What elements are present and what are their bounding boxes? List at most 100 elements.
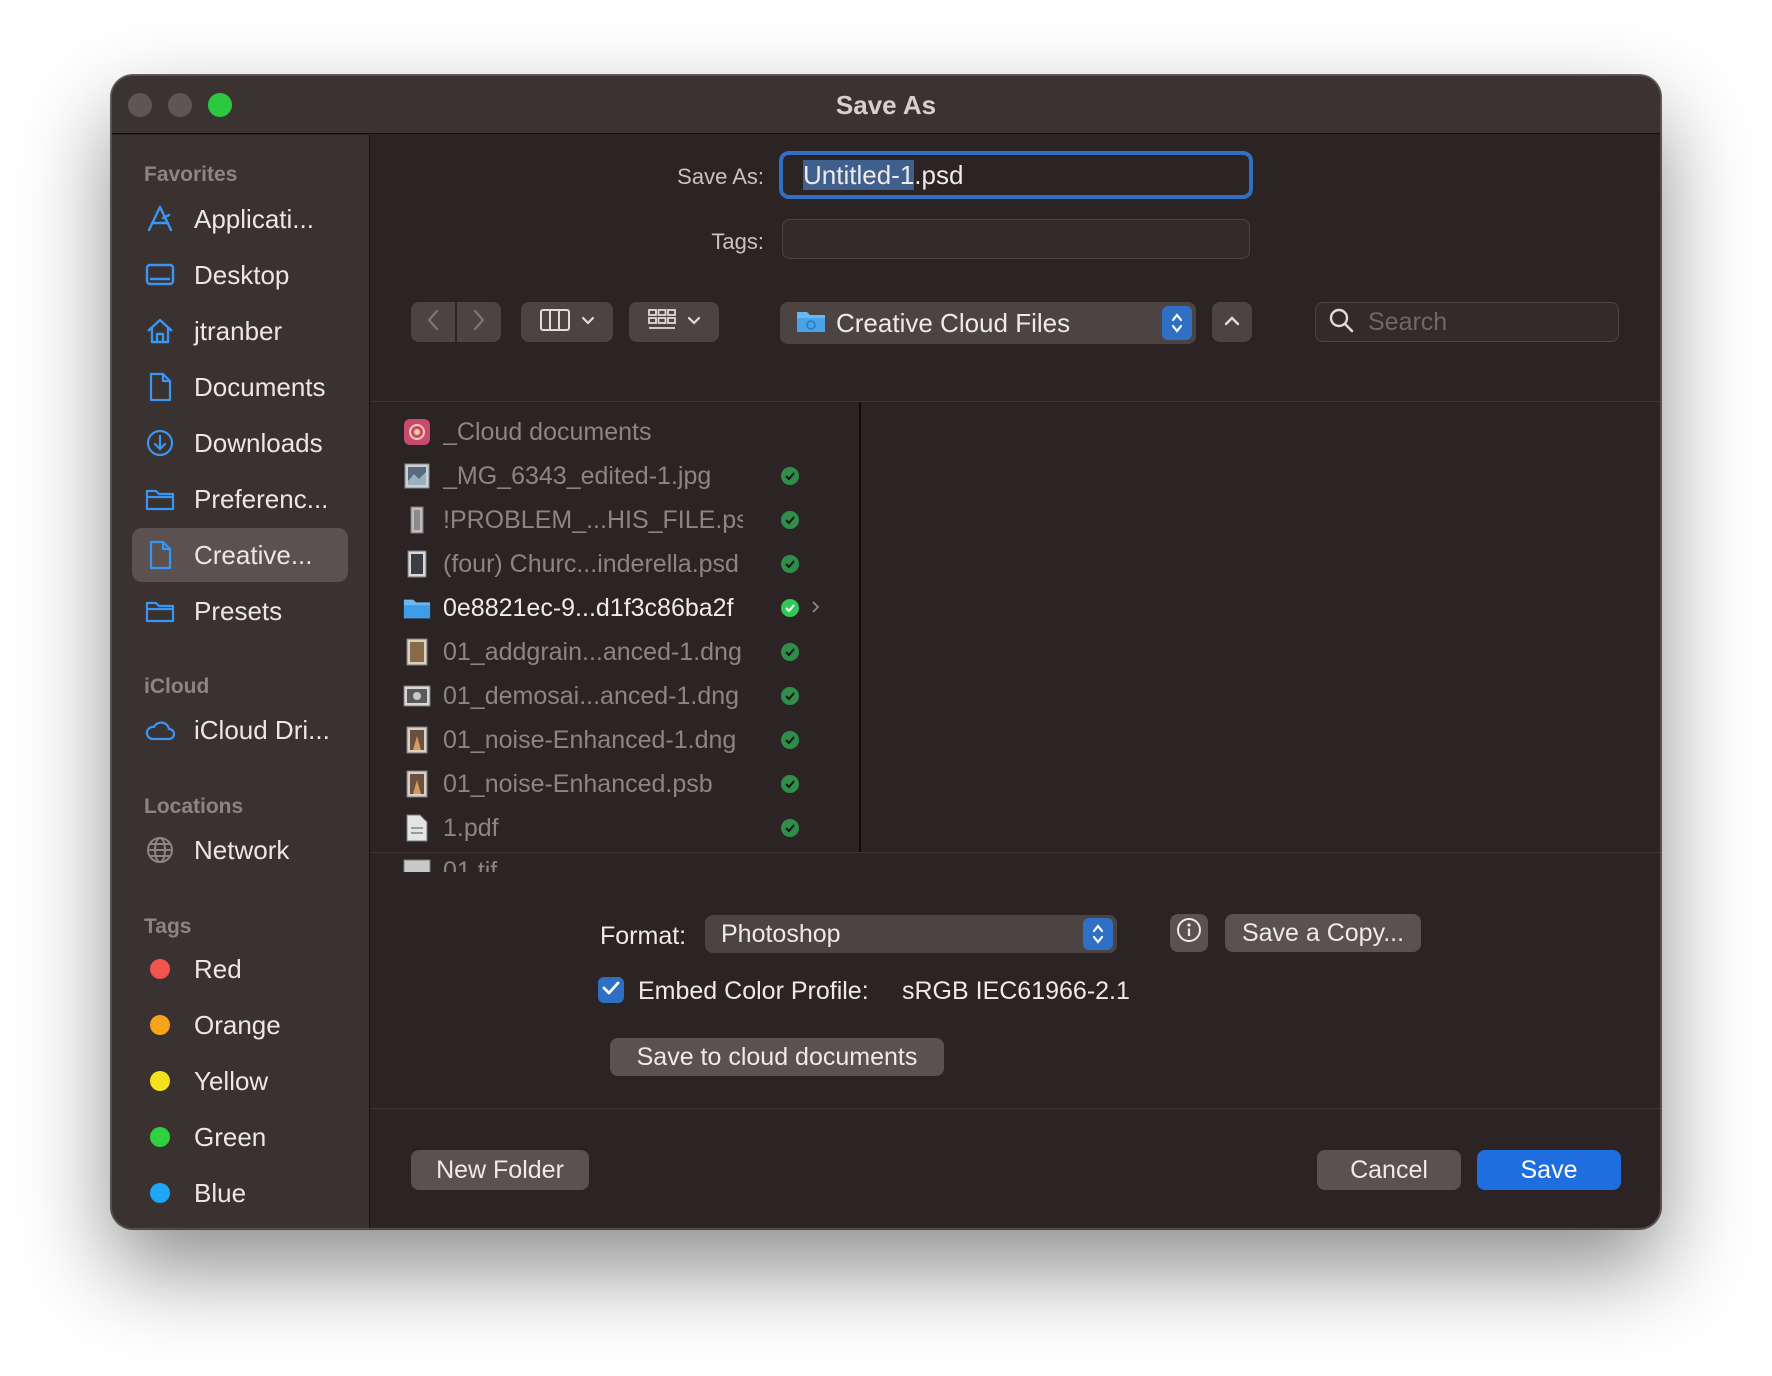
sidebar-item-label: Applicati... — [194, 203, 314, 234]
folder-icon — [144, 486, 176, 512]
file-row[interactable]: 01_demosai...anced-1.dng — [371, 674, 859, 718]
sidebar-tag-orange[interactable]: Orange — [132, 998, 348, 1052]
back-button[interactable] — [411, 302, 455, 342]
applications-icon — [144, 204, 176, 234]
embed-color-profile-checkbox[interactable] — [598, 977, 624, 1003]
sidebar-tag-green[interactable]: Green — [132, 1110, 348, 1164]
sidebar-tag-red[interactable]: Red — [132, 942, 348, 996]
sidebar-item-label: iCloud Dri... — [194, 714, 330, 745]
file-name: _Cloud documents — [443, 417, 652, 446]
divider — [371, 852, 1660, 853]
search-input[interactable] — [1368, 307, 1608, 337]
sidebar-item-desktop[interactable]: Desktop — [132, 248, 348, 302]
save-button[interactable]: Save — [1477, 1150, 1621, 1190]
save-as-dialog: Save As Favorites Applicati... Desktop j… — [111, 75, 1661, 1229]
document-icon — [144, 372, 176, 402]
cloud-documents-icon — [403, 418, 431, 446]
file-row[interactable]: 01.tif — [371, 850, 859, 872]
file-row[interactable]: _MG_6343_edited-1.jpg — [371, 454, 859, 498]
image-icon — [403, 682, 431, 710]
sidebar-section-favorites: Favorites — [144, 163, 238, 186]
sidebar-item-creative-cloud[interactable]: Creative... — [132, 528, 348, 582]
group-by-button[interactable] — [629, 302, 719, 342]
format-popup[interactable]: Photoshop — [705, 915, 1117, 953]
expand-collapse-button[interactable] — [1212, 302, 1252, 342]
search-icon — [1328, 307, 1354, 338]
sidebar-item-label: jtranber — [194, 315, 283, 346]
chevron-right-icon — [472, 309, 486, 336]
file-row[interactable]: 01_noise-Enhanced-1.dng — [371, 718, 859, 762]
popup-stepper-icon — [1083, 918, 1113, 950]
format-value: Photoshop — [721, 919, 841, 948]
file-row[interactable]: 01_addgrain...anced-1.dng — [371, 630, 859, 674]
file-row[interactable]: 1.pdf — [371, 806, 859, 850]
file-row[interactable]: 01_noise-Enhanced.psb — [371, 762, 859, 806]
filename-input[interactable]: Untitled-1.psd — [779, 151, 1253, 199]
chevron-up-icon — [1224, 313, 1240, 331]
sidebar-tag-yellow[interactable]: Yellow — [132, 1054, 348, 1108]
sidebar-item-icloud-drive[interactable]: iCloud Dri... — [132, 703, 348, 757]
pdf-icon — [403, 814, 431, 842]
synced-check-icon — [781, 775, 799, 793]
psd-file-icon — [403, 550, 431, 578]
cancel-button[interactable]: Cancel — [1317, 1150, 1461, 1190]
file-name: (four) Churc...inderella.psd — [443, 549, 739, 578]
info-icon — [1176, 917, 1202, 950]
desktop-icon — [144, 262, 176, 288]
sidebar-item-label: Desktop — [194, 259, 290, 290]
new-folder-button[interactable]: New Folder — [411, 1150, 589, 1190]
sidebar-item-network[interactable]: Network — [132, 823, 348, 877]
downloads-icon — [144, 428, 176, 458]
sidebar-item-label: Creative... — [194, 539, 313, 570]
sidebar-item-preferences[interactable]: Preferenc... — [132, 472, 348, 526]
sidebar-item-applications[interactable]: Applicati... — [132, 192, 348, 246]
chevron-right-icon — [811, 597, 821, 620]
synced-check-icon — [781, 687, 799, 705]
file-name: 01_noise-Enhanced.psb — [443, 769, 713, 798]
filename-selection: Untitled-1 — [803, 159, 915, 190]
embed-color-profile-value: sRGB IEC61966-2.1 — [902, 977, 1130, 1005]
save-a-copy-button[interactable]: Save a Copy... — [1225, 914, 1421, 952]
view-mode-button[interactable] — [521, 302, 613, 342]
file-row[interactable]: (four) Churc...inderella.psd — [371, 542, 859, 586]
synced-check-icon — [781, 599, 799, 617]
creative-cloud-folder-icon — [796, 309, 826, 338]
file-row[interactable]: !PROBLEM_...HIS_FILE.psd — [371, 498, 859, 542]
search-field[interactable] — [1315, 302, 1619, 342]
sidebar-item-home[interactable]: jtranber — [132, 304, 348, 358]
folder-icon — [403, 594, 431, 622]
globe-icon — [144, 835, 176, 865]
image-icon — [403, 638, 431, 666]
info-button[interactable] — [1170, 914, 1208, 952]
file-row-folder[interactable]: 0e8821ec-9...d1f3c86ba2f — [371, 586, 859, 630]
sidebar-item-label: Downloads — [194, 427, 323, 458]
synced-check-icon — [781, 511, 799, 529]
tags-label: Tags: — [711, 229, 764, 254]
tag-color-dot — [150, 1127, 170, 1147]
sidebar-item-downloads[interactable]: Downloads — [132, 416, 348, 470]
column-divider[interactable] — [859, 402, 861, 852]
embed-color-profile-label: Embed Color Profile: — [638, 977, 869, 1005]
location-name: Creative Cloud Files — [836, 307, 1071, 338]
cloud-icon — [144, 718, 176, 742]
file-name: 01.tif — [443, 856, 498, 873]
tag-color-dot — [150, 1183, 170, 1203]
tag-color-dot — [150, 1015, 170, 1035]
synced-check-icon — [781, 643, 799, 661]
image-icon — [403, 462, 431, 490]
forward-button[interactable] — [457, 302, 501, 342]
save-to-cloud-documents-button[interactable]: Save to cloud documents — [610, 1038, 944, 1076]
sidebar-item-documents[interactable]: Documents — [132, 360, 348, 414]
sidebar-item-label: Presets — [194, 595, 283, 626]
popup-stepper-icon — [1162, 306, 1192, 340]
file-name: 1.pdf — [443, 813, 499, 842]
sidebar-item-label: Green — [194, 1121, 267, 1152]
tags-input[interactable] — [782, 219, 1250, 259]
sidebar-tag-blue[interactable]: Blue — [132, 1166, 348, 1220]
sidebar-item-presets[interactable]: Presets — [132, 584, 348, 638]
file-name: _MG_6343_edited-1.jpg — [443, 461, 712, 490]
file-row-cloud-documents[interactable]: _Cloud documents — [371, 410, 859, 454]
image-icon — [403, 857, 431, 872]
location-popup[interactable]: Creative Cloud Files — [780, 302, 1196, 344]
synced-check-icon — [781, 467, 799, 485]
